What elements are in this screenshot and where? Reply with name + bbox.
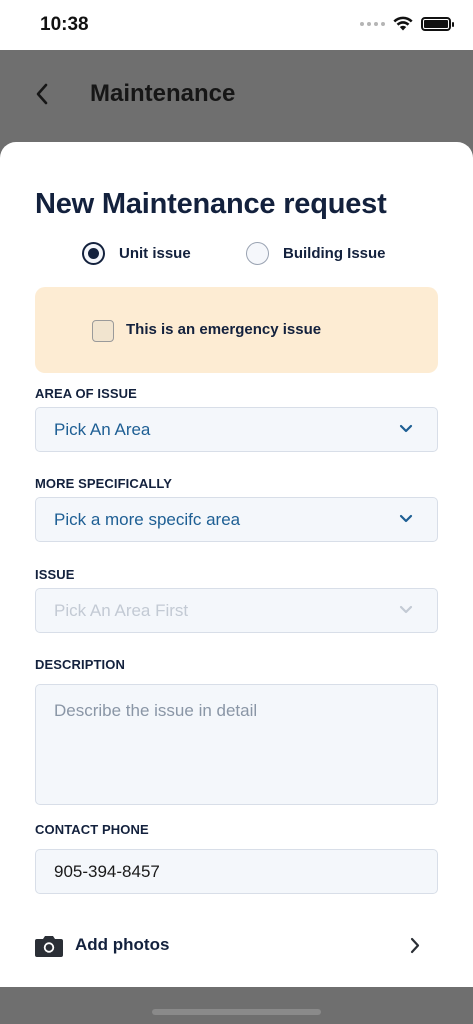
radio-unchecked-icon[interactable] — [246, 242, 269, 265]
radio-unit-issue[interactable]: Unit issue — [82, 242, 191, 265]
add-photos-label: Add photos — [75, 935, 170, 954]
more-specifically-label: MORE SPECIFICALLY — [35, 476, 173, 491]
background-title: Maintenance — [90, 80, 236, 107]
status-bar: 10:38 — [0, 0, 473, 50]
status-icons — [360, 16, 454, 31]
radio-building-issue[interactable]: Building Issue — [246, 242, 386, 265]
area-select[interactable]: Pick An Area — [35, 407, 438, 452]
chevron-down-icon — [399, 424, 413, 433]
wifi-icon — [393, 16, 413, 31]
radio-label-building-issue: Building Issue — [283, 245, 386, 262]
chevron-down-icon — [399, 605, 413, 614]
description-label: DESCRIPTION — [35, 657, 125, 672]
contact-phone-input[interactable]: 905-394-8457 — [35, 849, 438, 894]
new-request-sheet: New Maintenance request Unit issue Build… — [0, 142, 473, 987]
sheet-title: New Maintenance request — [35, 188, 387, 220]
contact-phone-label: CONTACT PHONE — [35, 822, 149, 837]
status-time: 10:38 — [40, 14, 89, 35]
camera-icon — [35, 936, 63, 957]
contact-phone-value: 905-394-8457 — [54, 862, 160, 881]
chevron-left-icon[interactable] — [34, 82, 50, 106]
area-label: AREA OF ISSUE — [35, 386, 137, 401]
radio-label-unit-issue: Unit issue — [119, 245, 191, 262]
description-textarea[interactable]: Describe the issue in detail — [35, 684, 438, 805]
issue-select-value: Pick An Area First — [54, 601, 189, 620]
home-indicator[interactable] — [152, 1009, 321, 1015]
description-placeholder: Describe the issue in detail — [54, 701, 258, 720]
more-specifically-select[interactable]: Pick a more specifc area — [35, 497, 438, 542]
signal-dots-icon — [360, 21, 385, 26]
issue-type-radio-group: Unit issue Building Issue — [0, 242, 473, 268]
background-header: Maintenance — [0, 50, 473, 142]
add-photos-row[interactable]: Add photos — [34, 932, 438, 962]
chevron-down-icon — [399, 514, 413, 523]
area-select-value: Pick An Area — [54, 420, 151, 439]
radio-checked-icon[interactable] — [82, 242, 105, 265]
emergency-checkbox-label[interactable]: This is an emergency issue — [126, 321, 321, 338]
issue-select[interactable]: Pick An Area First — [35, 588, 438, 633]
more-specifically-select-value: Pick a more specifc area — [54, 510, 241, 529]
battery-icon — [421, 16, 454, 31]
emergency-checkbox[interactable] — [92, 320, 114, 342]
issue-label: ISSUE — [35, 567, 75, 582]
chevron-right-icon — [410, 937, 420, 954]
emergency-box: This is an emergency issue — [35, 287, 438, 373]
